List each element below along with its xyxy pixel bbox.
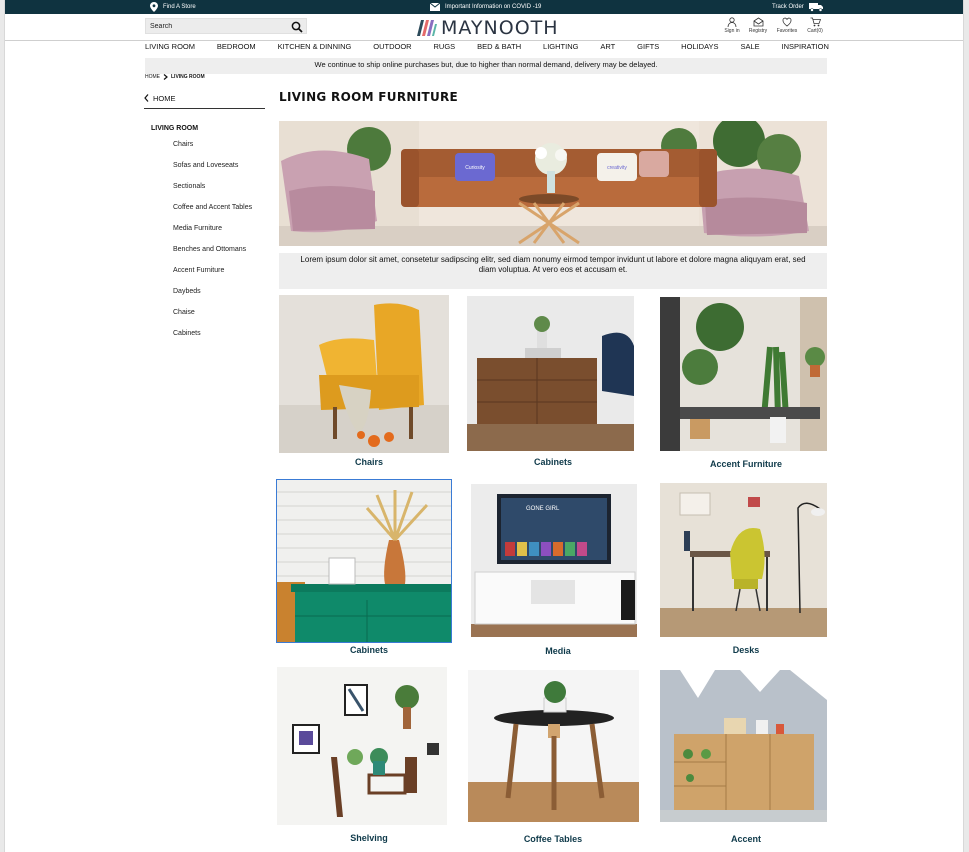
cart-button[interactable]: Cart(0) xyxy=(802,17,828,34)
tile-label-coffee-tables[interactable]: Coffee Tables xyxy=(468,834,638,844)
tv-title-text: GONE GIRL xyxy=(526,506,560,512)
tile-label-accent[interactable]: Accent xyxy=(661,834,831,844)
page: Find A Store Important Information on CO… xyxy=(4,0,964,852)
sidebar-item-media[interactable]: Media Furniture xyxy=(144,223,265,244)
breadcrumb-current: LIVING ROOM xyxy=(171,74,205,80)
category-tile-chairs[interactable] xyxy=(279,295,449,453)
sidebar-item-benches[interactable]: Benches and Ottomans xyxy=(144,244,265,265)
sidebar-item-daybeds[interactable]: Daybeds xyxy=(144,286,265,307)
user-icon xyxy=(727,17,737,27)
track-order-label: Track Order xyxy=(772,4,804,10)
tile-label-shelving[interactable]: Shelving xyxy=(284,833,454,843)
find-store-label: Find A Store xyxy=(163,4,196,10)
shipping-notice: We continue to ship online purchases but… xyxy=(145,58,827,74)
map-pin-icon xyxy=(150,2,158,12)
sign-in-label: Sign in xyxy=(724,28,740,34)
category-tile-accent[interactable] xyxy=(660,670,827,822)
gift-box-icon xyxy=(753,17,763,27)
hero-caption: Lorem ipsum dolor sit amet, consetetur s… xyxy=(279,253,827,289)
favorites-button[interactable]: Favorites xyxy=(774,17,800,34)
sidebar-item-cabinets[interactable]: Cabinets xyxy=(144,328,265,349)
sidebar-item-sofas[interactable]: Sofas and Loveseats xyxy=(144,160,265,181)
tile-label-cabinets-2[interactable]: Cabinets xyxy=(284,645,454,655)
breadcrumb-home[interactable]: HOME xyxy=(145,74,160,80)
sidebar-item-chairs[interactable]: Chairs xyxy=(144,139,265,160)
category-tile-coffee-tables[interactable] xyxy=(468,670,639,822)
nav-holidays[interactable]: HOLIDAYS xyxy=(681,42,718,56)
hero-living-room-illustration: Curiosity creativity xyxy=(279,121,827,246)
breadcrumb: HOME LIVING ROOM xyxy=(145,74,205,80)
tile-label-accent-furniture[interactable]: Accent Furniture xyxy=(661,459,831,469)
header: MAYNOOTH Sign in Registry Favorites Cart… xyxy=(5,14,963,41)
top-bar: Find A Store Important Information on CO… xyxy=(5,0,963,14)
nav-bed-bath[interactable]: BED & BATH xyxy=(477,42,521,56)
sign-in-button[interactable]: Sign in xyxy=(719,17,745,34)
hero-pillow-text-1: Curiosity xyxy=(465,165,485,171)
sidebar-item-sectionals[interactable]: Sectionals xyxy=(144,181,265,202)
favorites-label: Favorites xyxy=(776,28,798,34)
nav-sale[interactable]: SALE xyxy=(740,42,759,56)
page-title: LIVING ROOM FURNITURE xyxy=(279,90,459,104)
search-input[interactable] xyxy=(146,22,286,30)
tile-label-chairs[interactable]: Chairs xyxy=(284,457,454,467)
cart-icon xyxy=(810,17,821,27)
logo[interactable]: MAYNOOTH xyxy=(416,17,559,39)
chevron-left-icon xyxy=(144,94,149,102)
category-tile-desks[interactable] xyxy=(660,483,827,637)
sidebar-back-home[interactable]: HOME xyxy=(144,92,265,109)
nav-lighting[interactable]: LIGHTING xyxy=(543,42,578,56)
registry-button[interactable]: Registry xyxy=(745,17,771,34)
tile-label-media[interactable]: Media xyxy=(473,646,643,656)
registry-label: Registry xyxy=(748,28,768,34)
nav-kitchen-dining[interactable]: KITCHEN & DINNING xyxy=(278,42,352,56)
logo-wordmark: MAYNOOTH xyxy=(441,17,559,39)
nav-living-room[interactable]: LIVING ROOM xyxy=(145,42,195,56)
logo-mark-icon xyxy=(417,20,437,36)
search-button[interactable] xyxy=(291,20,303,38)
main-nav: LIVING ROOM BEDROOM KITCHEN & DINNING OU… xyxy=(145,42,829,56)
sidebar-item-accent[interactable]: Accent Furniture xyxy=(144,265,265,286)
nav-outdoor[interactable]: OUTDOOR xyxy=(373,42,411,56)
chevron-right-icon xyxy=(163,74,168,80)
coffee-tables-image xyxy=(468,670,639,822)
sidebar-section-title: LIVING ROOM xyxy=(151,125,199,132)
heart-icon xyxy=(782,17,792,27)
accent-image xyxy=(660,670,827,822)
nav-gifts[interactable]: GIFTS xyxy=(637,42,659,56)
sidebar-back-label: HOME xyxy=(153,93,176,103)
covid-info-link[interactable]: Important Information on COVID -19 xyxy=(430,0,541,14)
category-tile-shelving[interactable] xyxy=(277,667,447,825)
chairs-image xyxy=(279,295,449,453)
desks-image xyxy=(660,483,827,637)
mail-icon xyxy=(430,3,440,11)
cabinets-image xyxy=(467,296,634,451)
nav-rugs[interactable]: RUGS xyxy=(434,42,456,56)
truck-icon xyxy=(808,3,823,12)
category-tile-cabinets-2[interactable] xyxy=(276,479,452,643)
sidebar-item-coffee-tables[interactable]: Coffee and Accent Tables xyxy=(144,202,265,223)
category-tile-accent-furniture[interactable] xyxy=(660,297,827,451)
tile-label-cabinets[interactable]: Cabinets xyxy=(468,457,638,467)
nav-art[interactable]: ART xyxy=(600,42,615,56)
nav-inspiration[interactable]: INSPIRATION xyxy=(782,42,829,56)
search-box xyxy=(145,18,307,34)
accent-furniture-image xyxy=(660,297,827,451)
sidebar-item-chaise[interactable]: Chaise xyxy=(144,307,265,328)
track-order-link[interactable]: Track Order xyxy=(772,0,824,14)
cabinets-2-image xyxy=(277,480,451,642)
tile-label-desks[interactable]: Desks xyxy=(661,645,831,655)
category-tile-media[interactable]: GONE GIRL xyxy=(471,484,637,637)
cart-label: Cart(0) xyxy=(807,28,823,34)
sidebar: HOME LIVING ROOM Chairs Sofas and Lovese… xyxy=(144,92,265,349)
media-image: GONE GIRL xyxy=(471,484,637,637)
covid-info-label: Important Information on COVID -19 xyxy=(445,4,542,10)
hero-pillow-text-2: creativity xyxy=(607,165,627,171)
sidebar-category-list: Chairs Sofas and Loveseats Sectionals Co… xyxy=(144,139,265,349)
nav-bedroom[interactable]: BEDROOM xyxy=(217,42,256,56)
category-tile-cabinets[interactable] xyxy=(467,296,634,451)
shelving-image xyxy=(277,667,447,825)
search-icon xyxy=(291,21,303,33)
find-store-link[interactable]: Find A Store xyxy=(150,0,196,14)
hero-image[interactable]: Curiosity creativity xyxy=(279,121,827,246)
